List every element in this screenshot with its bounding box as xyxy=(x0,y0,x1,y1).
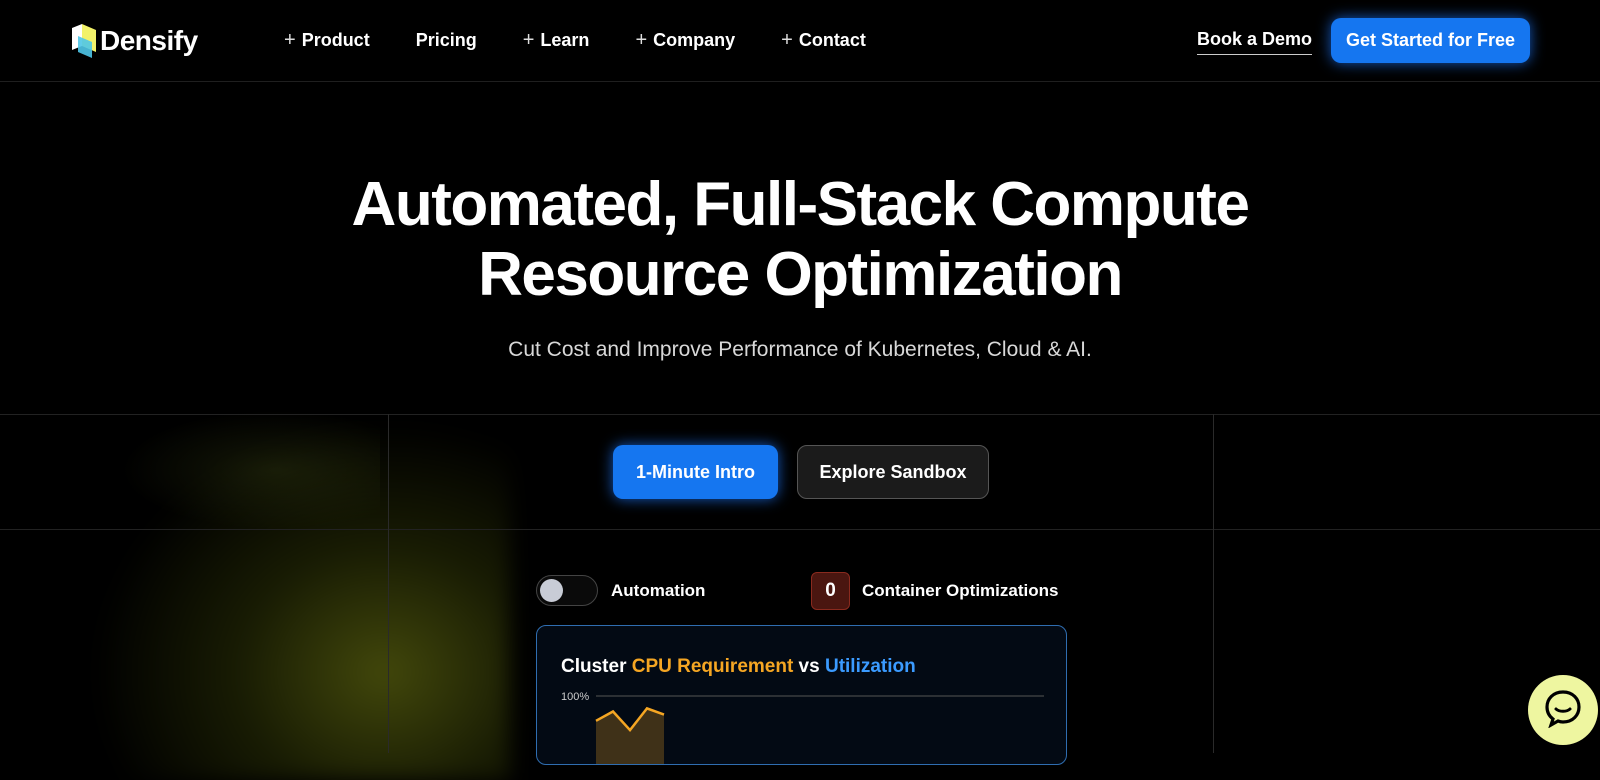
plus-icon: + xyxy=(781,29,793,51)
chart-title-part: vs xyxy=(793,656,825,677)
nav-item-contact[interactable]: + Contact xyxy=(781,29,866,52)
chart-title-utilization: Utilization xyxy=(824,656,916,677)
y-tick-label: 100% xyxy=(561,691,589,703)
site-header: Densify + Product Pricing + Learn + Comp… xyxy=(0,0,1600,82)
hero-title: Automated, Full-Stack Compute Resource O… xyxy=(0,170,1600,310)
series-area-0 xyxy=(596,708,664,764)
nav-item-company[interactable]: + Company xyxy=(635,29,735,52)
hero-title-line2: Resource Optimization xyxy=(478,240,1123,309)
background-glow-secondary xyxy=(120,410,380,530)
nav-item-pricing[interactable]: Pricing xyxy=(416,29,477,52)
get-started-button[interactable]: Get Started for Free xyxy=(1331,18,1530,63)
automation-label: Automation xyxy=(611,581,706,600)
nav-item-label: Company xyxy=(653,30,736,50)
hero-subtitle: Cut Cost and Improve Performance of Kube… xyxy=(508,338,1092,361)
chat-widget-button[interactable] xyxy=(1528,675,1598,745)
book-demo-link[interactable]: Book a Demo xyxy=(1197,29,1313,55)
grid-line xyxy=(1213,414,1214,753)
hero-title-line1: Automated, Full-Stack Compute xyxy=(351,170,1250,239)
nav-item-label: Pricing xyxy=(415,30,477,50)
nav-item-label: Learn xyxy=(540,30,590,50)
logo[interactable]: Densify xyxy=(72,24,198,58)
optimizations-count-badge: 0 xyxy=(811,572,850,610)
plus-icon: + xyxy=(522,29,535,51)
nav-item-label: Contact xyxy=(798,30,866,50)
plus-icon: + xyxy=(284,29,296,51)
chat-bubble-icon xyxy=(1543,688,1583,733)
toggle-knob xyxy=(540,579,563,602)
logo-text: Densify xyxy=(100,25,198,56)
chart-title-part: Cluster xyxy=(561,656,632,677)
nav-item-learn[interactable]: + Learn xyxy=(523,29,590,52)
chart-title: Cluster CPU Requirement vs Utilization xyxy=(561,656,916,678)
explore-sandbox-button[interactable]: Explore Sandbox xyxy=(797,445,989,499)
grid-line xyxy=(0,414,1600,415)
series-group xyxy=(595,706,665,764)
densify-logo-icon xyxy=(72,24,98,58)
chart-title-cpu-requirement: CPU Requirement xyxy=(631,656,794,677)
nav-item-label: Product xyxy=(301,30,370,50)
plus-icon: + xyxy=(635,29,648,51)
container-optimizations-label: Container Optimizations xyxy=(862,581,1059,600)
main-nav: + Product Pricing + Learn + Company + Co… xyxy=(284,29,912,52)
grid-line xyxy=(0,529,1600,530)
automation-toggle[interactable] xyxy=(536,575,598,606)
grid-line xyxy=(388,414,389,753)
cpu-chart: 100% xyxy=(561,691,1044,764)
nav-item-product[interactable]: + Product xyxy=(284,29,370,52)
cluster-cpu-chart-card: Cluster CPU Requirement vs Utilization 1… xyxy=(536,625,1067,765)
intro-video-button[interactable]: 1-Minute Intro xyxy=(613,445,778,499)
